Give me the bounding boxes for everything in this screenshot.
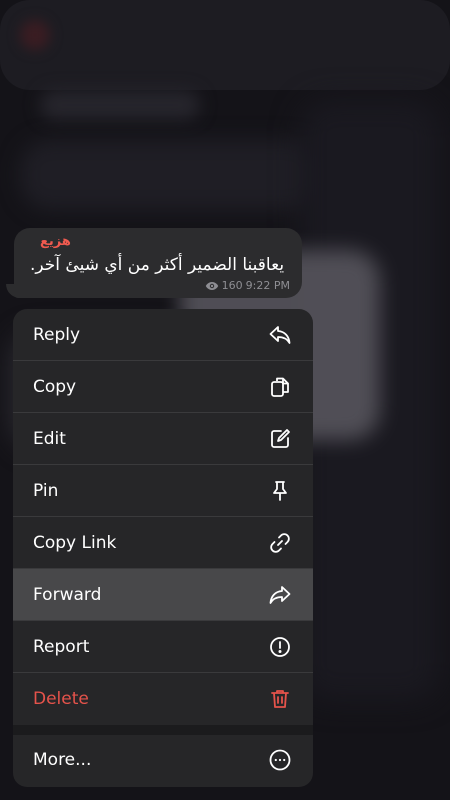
edit-icon [267,426,293,452]
menu-item-label: Report [33,636,90,657]
menu-item-label: Forward [33,584,102,605]
menu-separator [13,725,313,735]
menu-item-report[interactable]: Report [13,621,313,673]
menu-item-copy-link[interactable]: Copy Link [13,517,313,569]
menu-item-copy[interactable]: Copy [13,361,313,413]
menu-item-pin[interactable]: Pin [13,465,313,517]
menu-item-more[interactable]: More... [13,735,313,785]
message-bubble[interactable]: هزيع يعاقبنا الضمير أكثر من أي شيئ آخر. … [14,228,302,298]
more-icon [267,747,293,773]
pin-icon [267,478,293,504]
reply-icon [267,322,293,348]
menu-item-edit[interactable]: Edit [13,413,313,465]
menu-item-label: Copy [33,376,77,397]
trash-icon [267,686,293,712]
context-menu: Reply Copy Edit Pin Copy Link Forward Re… [13,309,313,787]
report-icon [267,634,293,660]
menu-item-label: Reply [33,324,81,345]
views-icon [205,281,219,291]
message-text: يعاقبنا الضمير أكثر من أي شيئ آخر. [30,255,285,275]
message-sender: هزيع [40,234,71,249]
menu-item-label: Copy Link [33,532,117,553]
message-time: 9:22 PM [245,279,290,292]
menu-item-reply[interactable]: Reply [13,309,313,361]
menu-item-label: More... [33,750,92,770]
menu-item-forward[interactable]: Forward [13,569,313,621]
menu-item-label: Pin [33,480,59,501]
message-meta: 160 9:22 PM [205,279,290,292]
copy-icon [267,374,293,400]
link-icon [267,530,293,556]
views-count: 160 [221,279,243,292]
menu-item-delete[interactable]: Delete [13,673,313,725]
menu-item-label: Edit [33,428,66,449]
forward-icon [267,582,293,608]
menu-item-label: Delete [33,689,89,709]
